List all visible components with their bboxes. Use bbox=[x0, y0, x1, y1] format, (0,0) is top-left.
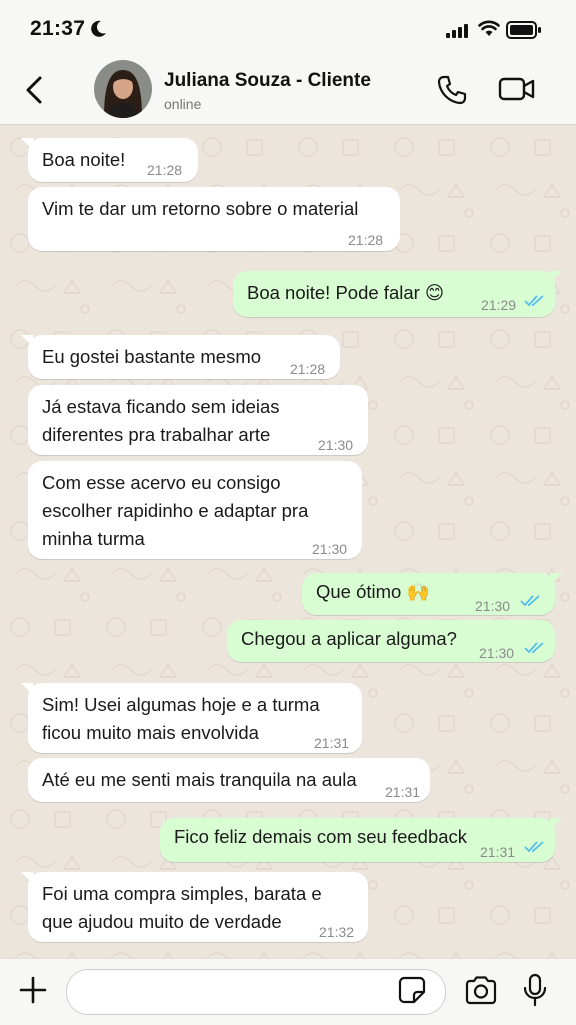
plus-icon[interactable] bbox=[18, 975, 48, 1005]
message-text: Foi uma compra simples, barata e que aju… bbox=[42, 883, 322, 932]
message-outgoing[interactable]: Fico feliz demais com seu feedback 21:31 bbox=[160, 818, 562, 862]
message-incoming[interactable]: Foi uma compra simples, barata e que aju… bbox=[21, 872, 368, 942]
message-text: Fico feliz demais com seu feedback bbox=[174, 826, 468, 847]
avatar[interactable] bbox=[94, 60, 152, 118]
message-incoming[interactable]: Eu gostei bastante mesmo 21:28 bbox=[21, 335, 340, 379]
message-incoming[interactable]: Já estava ficando sem ideias diferentes … bbox=[28, 385, 368, 455]
message-incoming[interactable]: Sim! Usei algumas hoje e a turma ficou m… bbox=[21, 683, 362, 753]
bubble-tail bbox=[21, 872, 33, 884]
bubble-tail bbox=[550, 573, 562, 585]
wifi-icon bbox=[478, 20, 500, 36]
status-time: 21:37 bbox=[30, 17, 86, 40]
battery-icon bbox=[506, 21, 541, 39]
read-receipt-icon bbox=[524, 295, 544, 307]
read-receipt-icon bbox=[524, 642, 544, 654]
message-outgoing[interactable]: Que ótimo 🙌 21:30 bbox=[302, 573, 562, 615]
status-bar: 21:37 bbox=[0, 0, 576, 56]
bubble-tail bbox=[550, 818, 562, 830]
message-time: 21:32 bbox=[319, 924, 355, 940]
message-input[interactable] bbox=[66, 969, 446, 1015]
message-outgoing[interactable]: Boa noite! Pode falar 😊 21:29 bbox=[233, 271, 562, 317]
message-text: Boa noite! bbox=[42, 149, 126, 170]
message-text: Chegou a aplicar alguma? bbox=[241, 628, 457, 649]
contact-name[interactable]: Juliana Souza - Cliente bbox=[164, 70, 371, 92]
message-text: Eu gostei bastante mesmo bbox=[42, 346, 262, 367]
message-text: Vim te dar um retorno sobre o material bbox=[42, 198, 359, 219]
bubble-tail bbox=[21, 138, 33, 150]
message-time: 21:30 bbox=[479, 645, 515, 661]
bubble-tail bbox=[21, 683, 33, 695]
message-time: 21:28 bbox=[147, 162, 183, 178]
message-time: 21:30 bbox=[475, 598, 511, 614]
video-call-icon[interactable] bbox=[498, 76, 536, 102]
read-receipt-icon bbox=[524, 841, 544, 853]
message-input-bar bbox=[0, 958, 576, 1025]
read-receipt-icon bbox=[520, 595, 540, 607]
contact-status: online bbox=[164, 96, 202, 112]
message-text: Que ótimo 🙌 bbox=[316, 581, 430, 602]
chat-area: Boa noite! 21:28 Vim te dar um retorno s… bbox=[0, 125, 576, 958]
bubble-tail bbox=[550, 271, 562, 283]
message-time: 21:31 bbox=[480, 844, 516, 860]
message-incoming[interactable]: Boa noite! 21:28 bbox=[21, 138, 198, 182]
message-incoming[interactable]: Com esse acervo eu consigo escolher rapi… bbox=[28, 461, 362, 559]
back-arrow-icon[interactable] bbox=[20, 72, 50, 108]
message-time: 21:31 bbox=[385, 784, 421, 800]
microphone-icon[interactable] bbox=[522, 973, 548, 1007]
chat-header: Juliana Souza - Cliente online bbox=[0, 56, 576, 125]
message-text: Até eu me senti mais tranquila na aula bbox=[42, 769, 357, 790]
phone-icon[interactable] bbox=[436, 74, 468, 106]
message-time: 21:29 bbox=[481, 297, 517, 313]
message-time: 21:31 bbox=[314, 735, 350, 751]
moon-icon bbox=[91, 20, 106, 37]
message-time: 21:30 bbox=[312, 541, 348, 557]
message-time: 21:28 bbox=[348, 232, 384, 248]
message-text: Sim! Usei algumas hoje e a turma ficou m… bbox=[42, 694, 320, 743]
message-time: 21:30 bbox=[318, 437, 354, 453]
message-incoming[interactable]: Vim te dar um retorno sobre o material 2… bbox=[28, 187, 400, 251]
camera-icon[interactable] bbox=[464, 975, 498, 1005]
message-text: Com esse acervo eu consigo escolher rapi… bbox=[42, 472, 309, 549]
message-text: Boa noite! Pode falar 😊 bbox=[247, 282, 445, 303]
bubble-tail bbox=[21, 335, 33, 347]
message-incoming[interactable]: Até eu me senti mais tranquila na aula 2… bbox=[28, 758, 430, 802]
message-text: Já estava ficando sem ideias diferentes … bbox=[42, 396, 280, 445]
sticker-icon[interactable] bbox=[398, 976, 426, 1004]
signal-icon bbox=[446, 24, 468, 38]
message-outgoing[interactable]: Chegou a aplicar alguma? 21:30 bbox=[227, 620, 555, 662]
message-time: 21:28 bbox=[290, 361, 326, 377]
